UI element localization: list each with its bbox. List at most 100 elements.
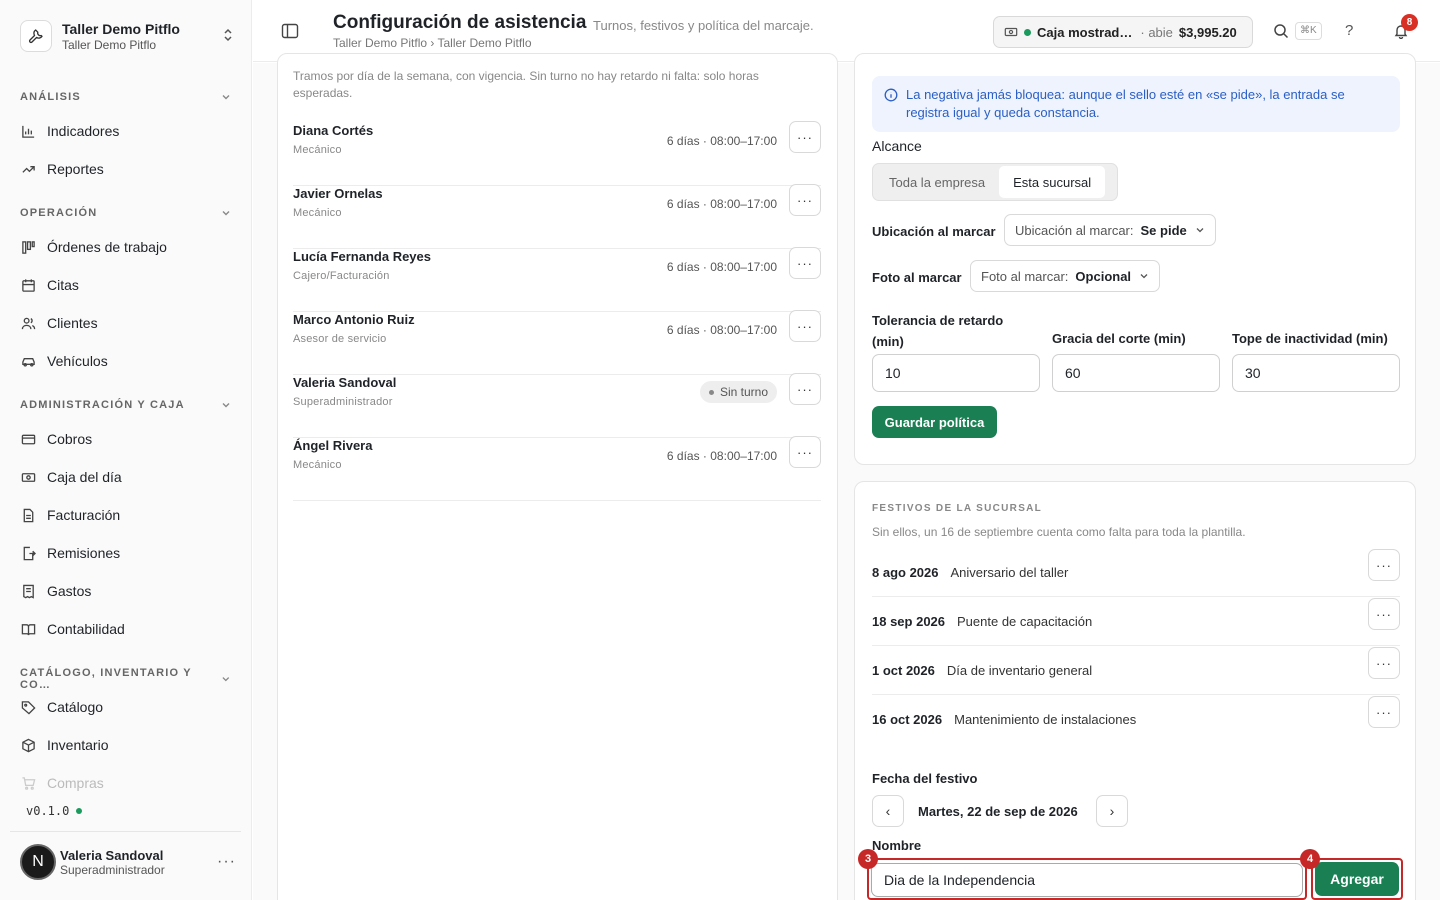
sidebar-item-citas[interactable]: Citas bbox=[20, 271, 232, 299]
employee-row: Valeria Sandoval Superadministrador Sin … bbox=[293, 373, 821, 438]
add-holiday-button[interactable]: Agregar bbox=[1315, 862, 1399, 896]
row-actions-button[interactable]: ··· bbox=[789, 184, 821, 216]
divider bbox=[10, 831, 241, 832]
badge-text: Sin turno bbox=[719, 385, 768, 399]
row-actions-button[interactable]: ··· bbox=[1368, 647, 1400, 679]
help-button[interactable]: ? bbox=[1345, 22, 1353, 39]
location-select[interactable]: Ubicación al marcar: Se pide bbox=[1004, 214, 1216, 246]
inactivity-input[interactable] bbox=[1232, 354, 1400, 392]
grace-input[interactable] bbox=[1052, 354, 1220, 392]
grace-label: Gracia del corte (min) bbox=[1052, 331, 1186, 346]
user-menu[interactable]: N Valeria Sandoval Superadministrador ··… bbox=[20, 842, 236, 882]
employee-name: Marco Antonio Ruiz bbox=[293, 312, 415, 327]
marker-badge: 4 bbox=[1300, 849, 1320, 869]
holiday-name: Mantenimiento de instalaciones bbox=[954, 712, 1137, 727]
package-icon bbox=[20, 737, 36, 753]
sidebar-item-caja-del-dia[interactable]: Caja del día bbox=[20, 463, 232, 491]
sidebar-item-facturacion[interactable]: Facturación bbox=[20, 501, 232, 529]
book-open-icon bbox=[20, 621, 36, 637]
sidebar-item-reportes[interactable]: Reportes bbox=[20, 155, 232, 183]
row-actions-button[interactable]: ··· bbox=[789, 310, 821, 342]
sidebar-item-vehiculos[interactable]: Vehículos bbox=[20, 347, 232, 375]
section-administracion[interactable]: ADMINISTRACIÓN Y CAJA bbox=[20, 399, 232, 411]
info-icon bbox=[884, 88, 898, 102]
employee-row: Ángel Rivera Mecánico 6 días · 08:00–17:… bbox=[293, 436, 821, 501]
more-horizontal-icon[interactable]: ··· bbox=[217, 853, 236, 871]
section-operacion[interactable]: OPERACIÓN bbox=[20, 207, 232, 219]
holiday-name: Aniversario del taller bbox=[950, 564, 1069, 580]
next-date-button[interactable]: › bbox=[1096, 795, 1128, 827]
prev-date-button[interactable]: ‹ bbox=[872, 795, 904, 827]
sidebar-item-label: Catálogo bbox=[47, 699, 104, 715]
cash-register-selector[interactable]: Caja mostrad… · abie $3,995.20 bbox=[993, 16, 1253, 48]
location-label: Ubicación al marcar bbox=[872, 224, 996, 239]
holidays-description: Sin ellos, un 16 de septiembre cuenta co… bbox=[872, 525, 1246, 539]
chevron-down-icon bbox=[222, 403, 230, 408]
search-shortcut: ⌘K bbox=[1295, 22, 1322, 40]
sidebar-item-label: Compras bbox=[47, 775, 104, 791]
holiday-date-value[interactable]: Martes, 22 de sep de 2026 bbox=[918, 804, 1078, 819]
cash-register-name: Caja mostrad… bbox=[1037, 24, 1133, 40]
employee-name: Javier Ornelas bbox=[293, 186, 383, 201]
page-title: Configuración de asistencia bbox=[333, 12, 587, 33]
sidebar-item-catalogo[interactable]: Catálogo bbox=[20, 693, 232, 721]
holiday-name: Día de inventario general bbox=[946, 662, 1093, 678]
section-analisis[interactable]: ANÁLISIS bbox=[20, 91, 232, 103]
tolerance-input[interactable] bbox=[872, 354, 1040, 392]
status-badge: Sin turno bbox=[699, 381, 777, 403]
section-label: ADMINISTRACIÓN Y CAJA bbox=[20, 399, 185, 411]
file-text-icon bbox=[20, 507, 36, 523]
holiday-name-label: Nombre bbox=[872, 838, 922, 853]
holidays-card: FESTIVOS DE LA SUCURSAL Sin ellos, un 16… bbox=[854, 481, 1416, 900]
search-icon[interactable] bbox=[1273, 23, 1289, 39]
car-icon bbox=[20, 353, 36, 369]
row-actions-button[interactable]: ··· bbox=[789, 436, 821, 468]
holiday-row: 18 sep 2026 Puente de capacitación ··· bbox=[872, 597, 1400, 646]
sidebar-item-clientes[interactable]: Clientes bbox=[20, 309, 232, 337]
row-actions-button[interactable]: ··· bbox=[789, 121, 821, 153]
section-catalogo[interactable]: CATÁLOGO, INVENTARIO Y CO… bbox=[20, 667, 232, 691]
save-policy-button[interactable]: Guardar política bbox=[872, 406, 997, 438]
sidebar-toggle-icon[interactable] bbox=[281, 22, 299, 40]
sidebar-item-contabilidad[interactable]: Contabilidad bbox=[20, 615, 232, 643]
banknote-icon bbox=[1004, 27, 1018, 37]
sidebar-item-indicadores[interactable]: Indicadores bbox=[20, 117, 232, 145]
employee-name: Valeria Sandoval bbox=[293, 375, 397, 390]
breadcrumb[interactable]: Taller Demo Pitflo › Taller Demo Pitflo bbox=[333, 36, 532, 50]
photo-label: Foto al marcar bbox=[872, 270, 962, 285]
sidebar-item-label: Caja del día bbox=[47, 469, 122, 485]
sidebar-item-label: Contabilidad bbox=[47, 621, 125, 637]
row-actions-button[interactable]: ··· bbox=[1368, 549, 1400, 581]
users-icon bbox=[20, 315, 36, 331]
org-switcher[interactable]: Taller Demo Pitflo Taller Demo Pitflo bbox=[20, 16, 236, 56]
sidebar-item-ordenes[interactable]: Órdenes de trabajo bbox=[20, 233, 232, 261]
employee-role: Mecánico bbox=[293, 459, 342, 471]
inactivity-label: Tope de inactividad (min) bbox=[1232, 331, 1388, 346]
scope-option-branch[interactable]: Esta sucursal bbox=[999, 166, 1106, 198]
chevron-down-icon bbox=[222, 677, 230, 682]
sidebar-item-gastos[interactable]: Gastos bbox=[20, 577, 232, 605]
sidebar-item-label: Remisiones bbox=[47, 545, 121, 561]
sidebar-item-label: Citas bbox=[47, 277, 79, 293]
sidebar-item-remisiones[interactable]: Remisiones bbox=[20, 539, 232, 567]
row-actions-button[interactable]: ··· bbox=[789, 247, 821, 279]
row-actions-button[interactable]: ··· bbox=[789, 373, 821, 405]
marker-badge: 3 bbox=[858, 849, 878, 869]
holiday-date: 18 sep 2026 bbox=[872, 613, 946, 629]
chevron-down-icon bbox=[222, 95, 230, 100]
sidebar-item-label: Indicadores bbox=[47, 123, 120, 139]
sidebar-item-label: Gastos bbox=[47, 583, 92, 599]
select-value: Opcional bbox=[1075, 268, 1132, 284]
sidebar-item-compras[interactable]: Compras bbox=[20, 769, 232, 797]
row-actions-button[interactable]: ··· bbox=[1368, 598, 1400, 630]
photo-select[interactable]: Foto al marcar: Opcional bbox=[970, 260, 1161, 292]
select-prefix: Ubicación al marcar: bbox=[1015, 222, 1134, 238]
select-prefix: Foto al marcar: bbox=[981, 268, 1069, 284]
page-subtitle: Turnos, festivos y política del marcaje. bbox=[593, 18, 814, 33]
scope-option-company[interactable]: Toda la empresa bbox=[875, 166, 999, 198]
sidebar-item-inventario[interactable]: Inventario bbox=[20, 731, 232, 759]
chevron-down-icon bbox=[1196, 228, 1204, 233]
row-actions-button[interactable]: ··· bbox=[1368, 696, 1400, 728]
sidebar-item-cobros[interactable]: Cobros bbox=[20, 425, 232, 453]
holiday-name-input[interactable] bbox=[871, 863, 1303, 897]
